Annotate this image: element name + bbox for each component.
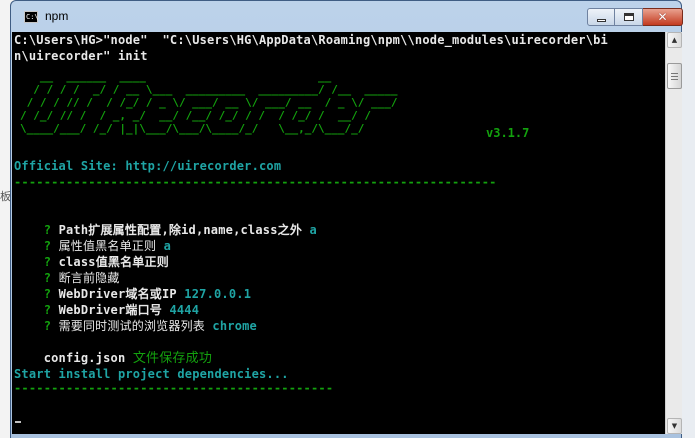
official-site-line: Official Site: http://uirecorder.com [14, 159, 282, 173]
prompt-question: 需要同时测试的浏览器列表 [58, 319, 205, 333]
minimize-button[interactable] [587, 8, 615, 26]
banner-line: / / / / _/ / __ \___ _________ _________… [20, 83, 398, 96]
prompt-line: ? 断言前隐藏 [14, 254, 120, 285]
scroll-down-button[interactable]: ▼ [667, 418, 682, 434]
close-button[interactable]: ✕ [643, 8, 683, 26]
arrow-up-icon: ▲ [671, 36, 678, 44]
console-output[interactable]: C:\Users\HG>"node" "C:\Users\HG\AppData\… [12, 32, 665, 434]
scrollbar-thumb[interactable] [667, 63, 682, 89]
config-saved-message: 文件保存成功 [132, 351, 213, 366]
title-bar[interactable]: C:\ npm ✕ [11, 1, 683, 33]
prompt-answer: a [309, 223, 317, 237]
prompt-line: ? WebDriver端口号 4444 [14, 286, 199, 317]
arrow-down-icon: ▼ [671, 422, 678, 430]
background-desktop-strip [682, 0, 695, 438]
prompt-line: ? 属性值黑名单正则 a [14, 222, 171, 253]
prompt-line: ? 需要同时测试的浏览器列表 chrome [14, 302, 257, 333]
window-title: npm [45, 9, 69, 23]
uirecorder-ascii-banner: __ ______ ____ __ / / / / _/ / __ \___ _… [20, 70, 398, 140]
prompt-line: ? class值黑名单正则 [14, 238, 169, 269]
vertical-scrollbar[interactable]: ▲ ▼ [665, 32, 682, 434]
grip-line [671, 76, 678, 77]
prompt-line: ? Path扩展属性配置,除id,name,class之外 a [14, 206, 317, 237]
banner-line: / / / // / / /_/ / _ \/ ___/ __ \/ ___/ … [20, 96, 398, 109]
maximize-button[interactable] [615, 8, 643, 26]
prompt-line: ? WebDriver域名或IP 127.0.0.1 [14, 270, 251, 301]
text-cursor [15, 421, 21, 423]
grip-line [671, 73, 678, 74]
config-saved-line: config.json 文件保存成功 [14, 334, 212, 366]
maximize-icon [623, 13, 634, 21]
banner-line: \____/___/ /_/ |_|\___/\___/\____/_/ \__… [20, 122, 365, 135]
command-line-1: C:\Users\HG>"node" "C:\Users\HG\AppData\… [14, 33, 608, 47]
prompt-answer: chrome [212, 319, 257, 333]
banner-line: __ ______ ____ __ [20, 70, 332, 83]
minimize-icon [596, 18, 606, 22]
console-window-icon[interactable]: C:\ [24, 11, 39, 23]
prompt-mark: ? [43, 319, 52, 333]
console-icon-glyph: C:\ [26, 13, 39, 21]
version-label: v3.1.7 [486, 126, 530, 140]
divider-long: ----------------------------------------… [14, 175, 497, 189]
config-file-name: config.json [43, 351, 126, 365]
banner-line: / /_/ // / / _, _/ __/ /__/ /_/ / / / /_… [20, 109, 371, 122]
divider-short: ----------------------------------------… [14, 381, 334, 395]
scroll-up-button[interactable]: ▲ [667, 32, 682, 48]
grip-line [671, 79, 678, 80]
command-line-2: n\uirecorder" init [14, 49, 148, 63]
close-icon: ✕ [657, 10, 668, 24]
